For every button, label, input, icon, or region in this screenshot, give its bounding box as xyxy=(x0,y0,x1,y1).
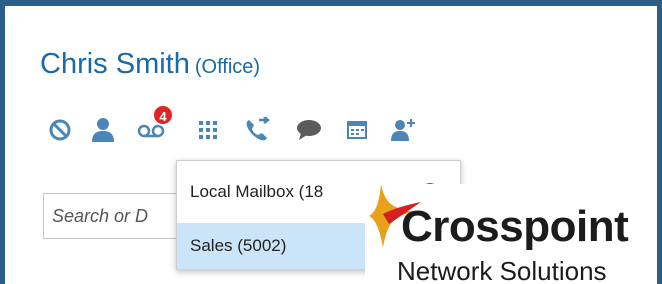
crosspoint-logo: Crosspoint Network Solutions xyxy=(365,184,657,284)
add-contact-icon[interactable] xyxy=(386,112,420,148)
person-icon[interactable] xyxy=(86,112,120,148)
contact-header: Chris Smith (Office) xyxy=(40,44,260,84)
calendar-icon[interactable] xyxy=(340,112,374,148)
contact-name: Chris Smith xyxy=(40,48,190,80)
voicemail-icon[interactable]: 4 xyxy=(134,104,174,148)
voicemail-count-badge: 4 xyxy=(152,104,174,126)
mailbox-option-label: Local Mailbox (18 xyxy=(190,182,324,201)
chat-icon[interactable] xyxy=(292,112,326,148)
logo-tagline: Network Solutions xyxy=(397,256,607,284)
mailbox-option-label: Sales (5002) xyxy=(190,236,287,255)
do-not-disturb-icon[interactable] xyxy=(43,112,77,148)
contact-status: (Office) xyxy=(194,56,261,78)
dialpad-icon[interactable] xyxy=(191,112,225,148)
contact-panel: Chris Smith (Office) 4 Search or D Local… xyxy=(5,6,657,284)
call-forward-icon[interactable] xyxy=(240,112,274,148)
logo-wordmark: Crosspoint xyxy=(401,202,629,251)
